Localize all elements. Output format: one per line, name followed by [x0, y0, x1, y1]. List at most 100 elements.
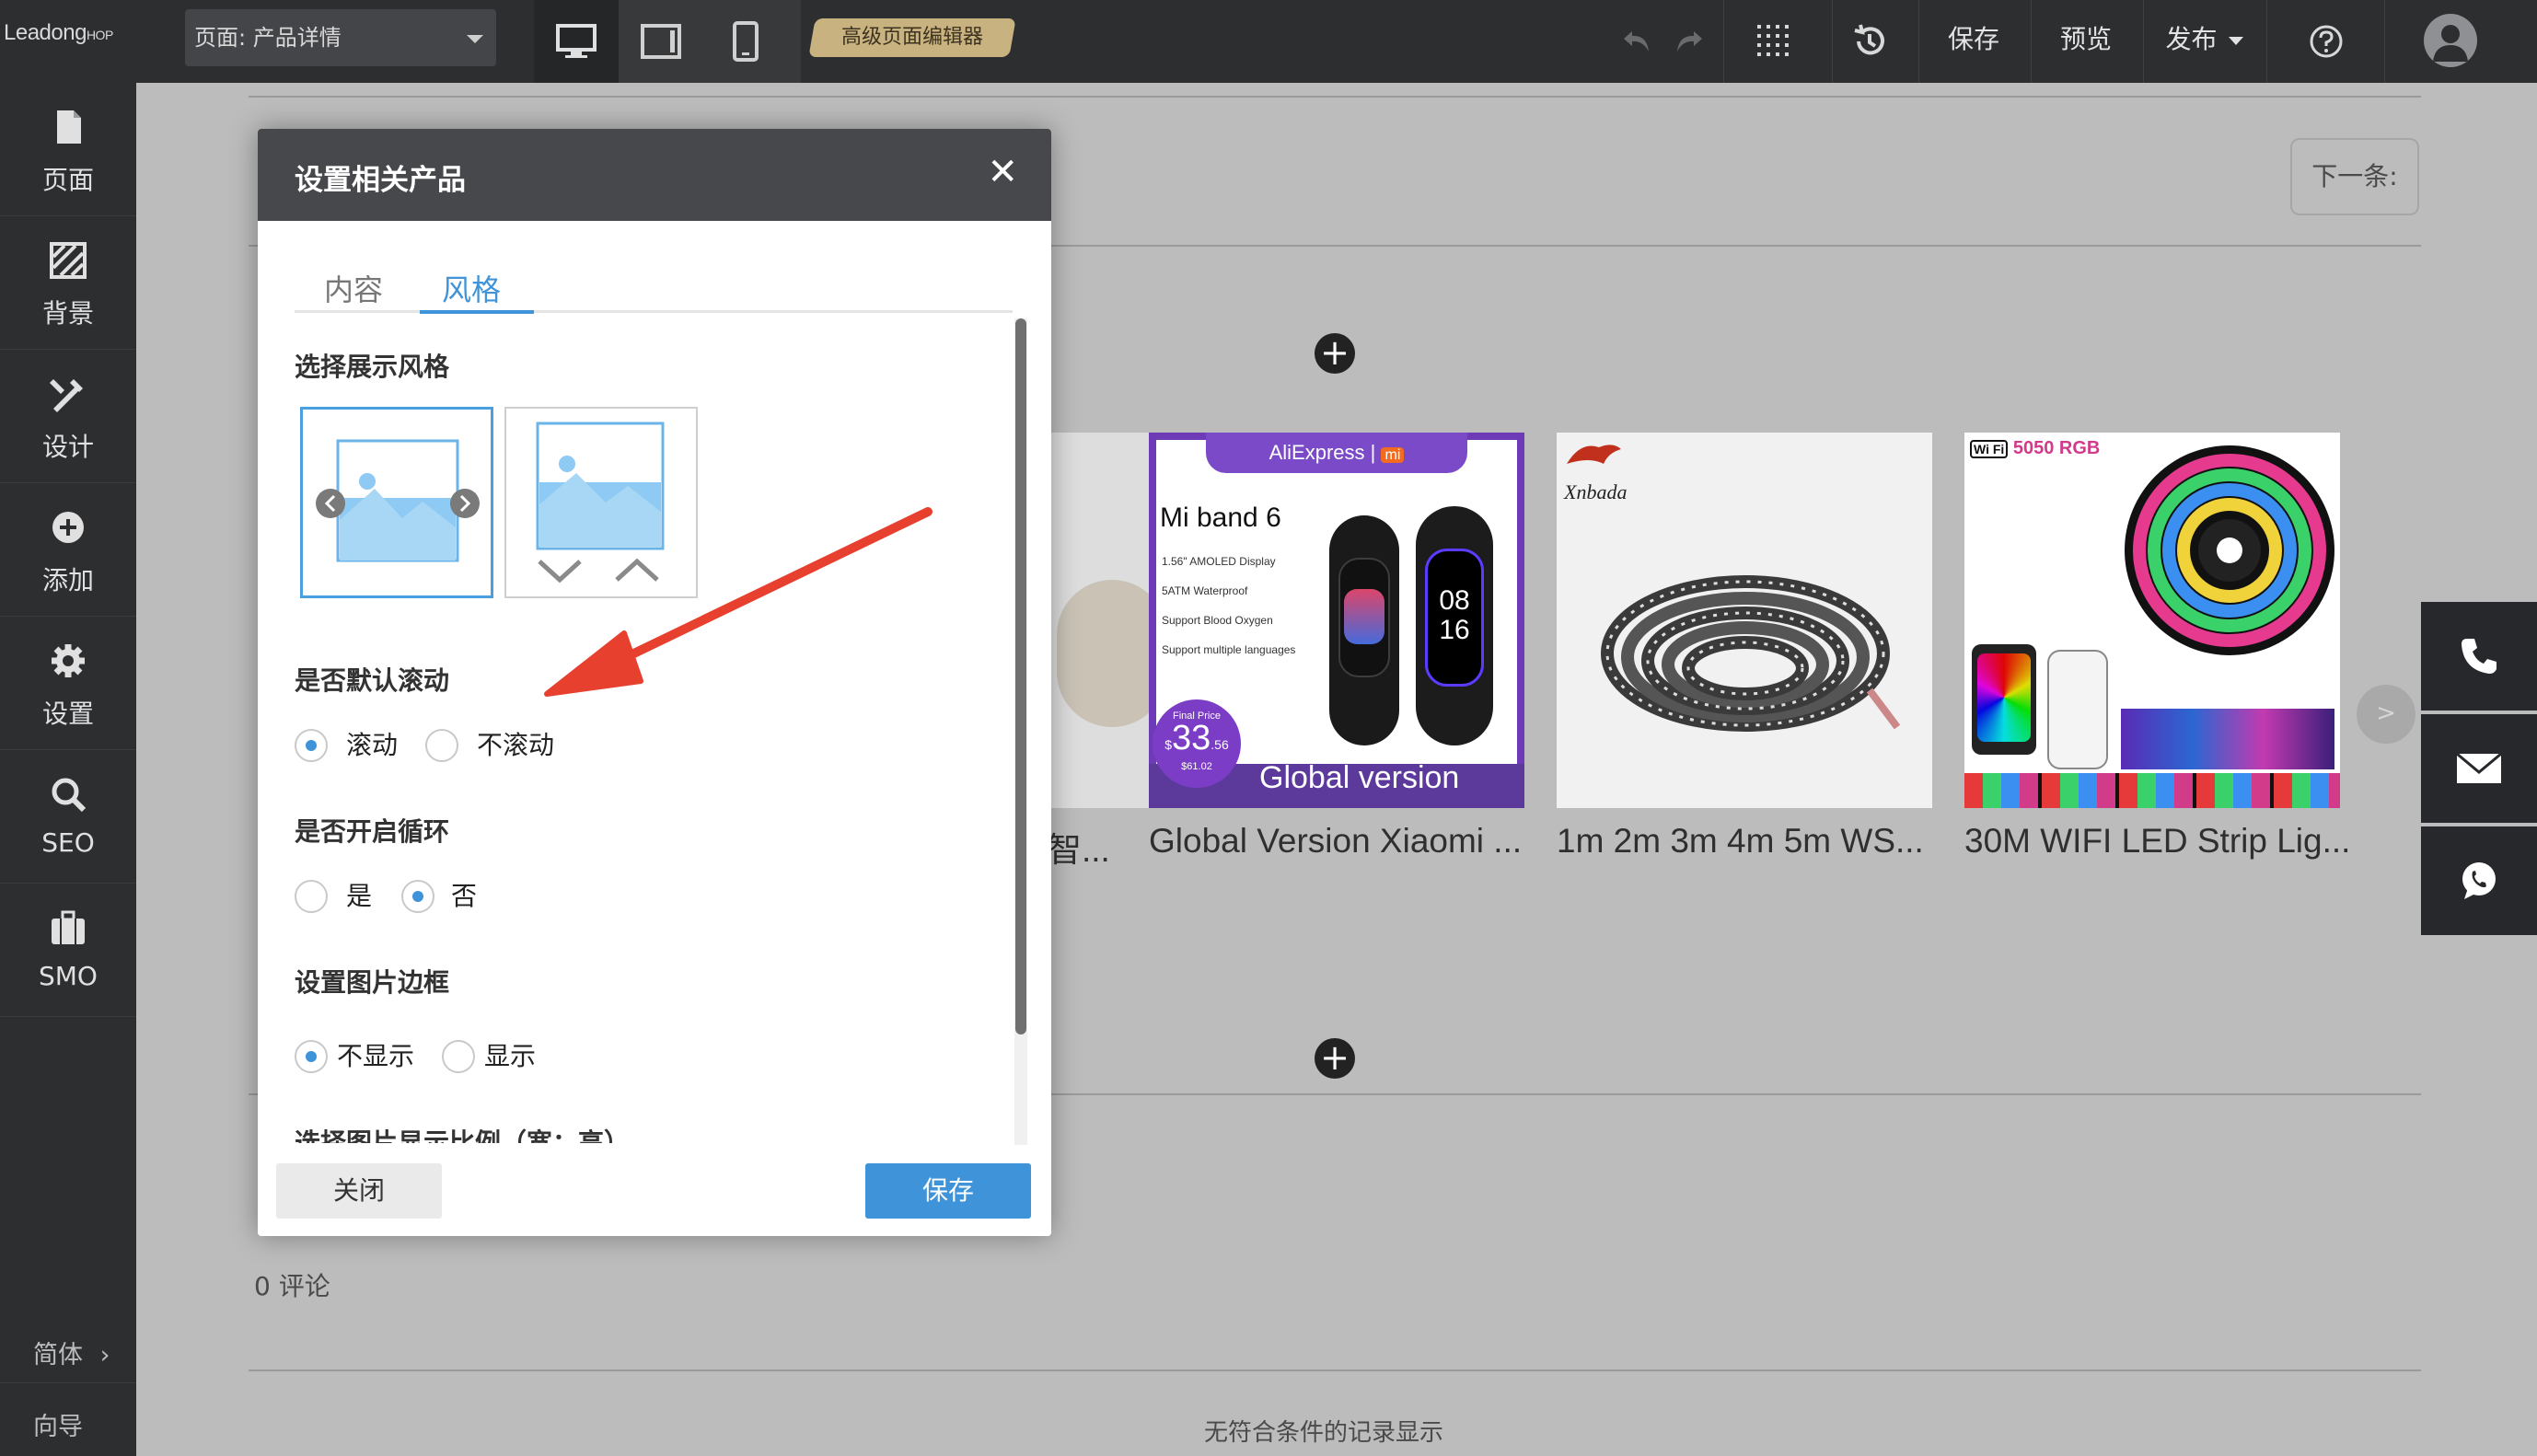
tab-style[interactable]: 风格: [442, 267, 501, 313]
section-label-loop: 是否开启循环: [295, 816, 450, 847]
style-option-carousel[interactable]: [300, 407, 493, 598]
search-icon: [52, 778, 87, 813]
carousel-next-button[interactable]: >: [2357, 685, 2415, 744]
border-radio-group: 不显示 显示: [295, 1038, 663, 1075]
language-switch[interactable]: 简体 ›: [33, 1335, 110, 1370]
xnbada-logo-icon: [1567, 445, 1621, 464]
tab-content[interactable]: 内容: [324, 267, 383, 313]
phone-contact-button[interactable]: [2421, 602, 2537, 711]
dialog-title: 设置相关产品: [295, 164, 466, 197]
avatar[interactable]: [2424, 14, 2477, 67]
tablet-view-button[interactable]: [619, 0, 703, 83]
sidebar-item-smo[interactable]: SMO: [0, 884, 136, 1017]
radio-autoscroll-off[interactable]: [425, 729, 458, 762]
radio-loop-no[interactable]: [401, 880, 434, 913]
background-icon: [50, 242, 87, 279]
chevron-down-icon: [2229, 36, 2244, 45]
radio-border-show[interactable]: [442, 1040, 475, 1073]
page-select-value: 页面: 产品详情: [194, 25, 342, 51]
sidebar-item-add[interactable]: 添加: [0, 483, 136, 617]
desktop-view-button[interactable]: [534, 0, 619, 83]
led-strip-reel-image: [1601, 575, 1901, 732]
no-records-text: 无符合条件的记录显示: [1204, 1419, 1444, 1447]
help-button[interactable]: [2305, 20, 2347, 63]
sidebar-item-design[interactable]: 设计: [0, 350, 136, 483]
product-card[interactable]: Wi Fi 5050 RGB: [1964, 433, 2340, 808]
whatsapp-icon: [2462, 862, 2496, 899]
sidebar-item-background[interactable]: 背景: [0, 216, 136, 350]
comment-count: 0 评论: [254, 1271, 330, 1301]
guide-link[interactable]: 向导: [33, 1406, 83, 1442]
gear-icon: [52, 644, 85, 677]
dialog-scrollbar-thumb[interactable]: [1015, 318, 1026, 1034]
page-select[interactable]: 页面: 产品详情: [185, 9, 496, 66]
sidebar-item-settings[interactable]: 设置: [0, 617, 136, 750]
history-button[interactable]: [1848, 20, 1891, 63]
top-toolbar: LeadongHOP 页面: 产品详情 高级页面编辑器 保存 预览 发布: [0, 0, 2537, 83]
add-section-button[interactable]: +: [1315, 333, 1355, 374]
grid-button[interactable]: [1753, 20, 1795, 63]
tablet-icon: [641, 24, 681, 59]
section-label-border: 设置图片边框: [295, 967, 450, 998]
dialog-header: 设置相关产品 ✕: [258, 129, 1051, 221]
preview-button[interactable]: 预览: [2045, 0, 2126, 83]
price-badge: Final Price $33.56 $61.02: [1153, 699, 1241, 788]
rgb-led-reel-image: [2125, 445, 2334, 655]
redo-icon: [1677, 31, 1702, 52]
vertical-style-icon: [536, 422, 665, 584]
product-title[interactable]: Global Version Xiaomi ...: [1149, 822, 1522, 861]
section-label-style: 选择展示风格: [295, 352, 450, 382]
sidebar-item-seo[interactable]: SEO: [0, 750, 136, 884]
style-option-vertical[interactable]: [504, 407, 698, 598]
mail-icon: [2456, 752, 2502, 783]
radio-loop-yes[interactable]: [295, 880, 328, 913]
logo: LeadongHOP: [4, 20, 113, 45]
dialog-footer: 关闭 保存: [258, 1145, 1051, 1236]
save-button[interactable]: 保存: [865, 1163, 1031, 1219]
related-products-dialog: 设置相关产品 ✕ 内容 风格 选择展示风格 是否默认滚动 滚动 不滚动 是否开启…: [258, 129, 1051, 1236]
grid-icon: [1757, 25, 1789, 56]
undo-button[interactable]: [1616, 20, 1658, 63]
redo-button[interactable]: [1668, 20, 1710, 63]
undo-icon: [1624, 31, 1649, 52]
product-card[interactable]: AliExpress | mi Mi band 6 1.56" AMOLED D…: [1149, 433, 1524, 808]
product-title[interactable]: 1m 2m 3m 4m 5m WS...: [1557, 822, 1924, 861]
product-title-partial[interactable]: 智...: [1048, 822, 1110, 872]
whatsapp-contact-button[interactable]: [2421, 826, 2537, 935]
phone-icon: [2462, 639, 2496, 674]
aliexpress-badge: AliExpress | mi: [1206, 433, 1467, 473]
next-post-button[interactable]: 下一条:: [2290, 138, 2419, 215]
product-spec-list: 1.56" AMOLED Display 5ATM Waterproof Sup…: [1162, 555, 1296, 656]
radio-border-hide[interactable]: [295, 1040, 328, 1073]
product-card[interactable]: Xnbada: [1557, 433, 1932, 808]
user-icon: [2433, 25, 2468, 62]
close-button[interactable]: 关闭: [276, 1163, 442, 1219]
add-section-button[interactable]: +: [1315, 1038, 1355, 1079]
active-tab-indicator: [420, 310, 534, 314]
briefcase-icon: [52, 910, 85, 944]
section-label-autoscroll: 是否默认滚动: [295, 665, 450, 696]
desktop-icon: [556, 24, 597, 58]
carousel-style-icon: [316, 439, 480, 562]
advanced-editor-button[interactable]: 高级页面编辑器: [808, 18, 1016, 57]
mobile-view-button[interactable]: [703, 0, 788, 83]
dialog-tabs: 内容 风格: [295, 267, 1013, 314]
sidebar-item-page[interactable]: 页面: [0, 83, 136, 216]
page-icon: [57, 110, 81, 144]
radio-autoscroll-on[interactable]: [295, 729, 328, 762]
mobile-icon: [733, 21, 759, 62]
publish-button[interactable]: 发布: [2154, 0, 2255, 83]
save-button[interactable]: 保存: [1933, 0, 2014, 83]
left-sidebar: 页面 背景 设计 添加 设置 SEO SMO 简体 › 向导: [0, 83, 136, 1456]
history-icon: [1854, 24, 1884, 55]
add-icon: [52, 512, 84, 543]
device-switcher: [534, 0, 801, 83]
section-label-ratio: 选择图片显示比例（宽：高）: [295, 1127, 631, 1143]
chevron-down-icon: [467, 35, 483, 43]
close-icon[interactable]: ✕: [987, 151, 1018, 193]
help-icon: [2310, 25, 2343, 58]
email-contact-button[interactable]: [2421, 714, 2537, 823]
loop-radio-group: 是 否: [295, 878, 663, 915]
autoscroll-radio-group: 滚动 不滚动: [295, 727, 663, 764]
product-title[interactable]: 30M WIFI LED Strip Lig...: [1964, 822, 2350, 861]
